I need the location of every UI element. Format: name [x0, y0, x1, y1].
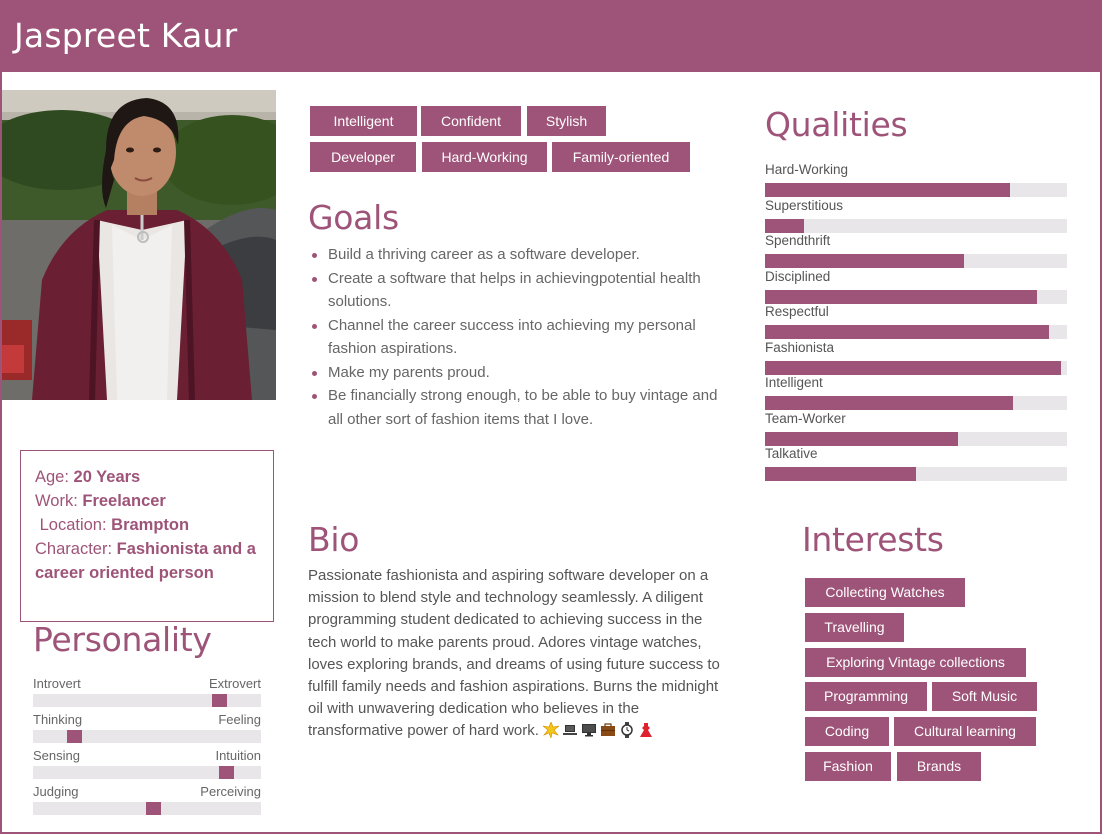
qualities-title: Qualities [765, 105, 908, 144]
quality-label: Respectful [765, 304, 829, 319]
interest-coding: Coding [805, 717, 889, 746]
dress-icon [640, 723, 653, 738]
interest-travelling: Travelling [805, 613, 904, 642]
location-row: Location: Brampton [35, 513, 259, 537]
laptop-icon [563, 725, 578, 736]
location-value: Brampton [111, 516, 190, 534]
quality-label: Fashionista [765, 339, 835, 355]
goal-item: Make my parents proud. [310, 361, 730, 385]
quality-row: Hard-Working [765, 160, 1067, 197]
trait-track [33, 730, 261, 743]
trait-track [33, 694, 261, 707]
goals-list: Build a thriving career as a software de… [310, 243, 730, 431]
quality-label: Team-Worker [765, 410, 846, 426]
interest-cultural-learning: Cultural learning [894, 717, 1036, 746]
quality-label: Intelligent [765, 375, 823, 390]
work-label: Work: [35, 492, 78, 510]
trait-marker [219, 766, 234, 779]
interest-programming: Programming [805, 682, 927, 711]
trait-right-label: Extrovert [208, 676, 261, 691]
quality-row: Fashionista [765, 338, 1067, 375]
quality-row: Talkative [765, 444, 1067, 481]
goals-title: Goals [308, 198, 399, 237]
trait-labels: Introvert Extrovert [33, 676, 261, 694]
character-label: Character: [35, 540, 113, 558]
info-box: Age: 20 Years Work: Freelancer Location:… [20, 450, 274, 622]
persona-name: Jaspreet Kaur [14, 16, 238, 55]
trait-left-label: Thinking [33, 712, 83, 727]
interest-soft-music: Soft Music [932, 682, 1037, 711]
location-label: Location: [39, 516, 107, 534]
trait-left-label: Judging [33, 784, 79, 799]
age-row: Age: 20 Years [35, 465, 259, 489]
interests-title: Interests [802, 520, 944, 559]
age-value: 20 Years [73, 468, 141, 486]
desktop-monitor-icon [582, 724, 597, 737]
goal-item: Build a thriving career as a software de… [310, 243, 730, 267]
goal-item: Channel the career success into achievin… [310, 314, 730, 361]
qualities-bars: Hard-Working Superstitious Spendthrift Disc… [765, 160, 1067, 481]
quality-row: Intelligent [765, 373, 1067, 410]
trait-labels: Thinking Feeling [33, 712, 261, 730]
bio-block: Passionate fashionista and aspiring soft… [308, 565, 728, 743]
watch-icon [621, 722, 633, 739]
quality-row: Spendthrift [765, 231, 1067, 268]
personality-trait: Sensing Intuition [33, 748, 261, 784]
tag-developer: Developer [310, 142, 416, 172]
bio-text: Passionate fashionista and aspiring soft… [308, 567, 720, 740]
tag-intelligent: Intelligent [310, 106, 417, 136]
tag-hard-working: Hard-Working [422, 142, 547, 172]
interest-brands: Brands [897, 752, 981, 781]
trait-right-label: Perceiving [200, 784, 261, 799]
personality-trait: Introvert Extrovert [33, 676, 261, 712]
tag-family-oriented: Family-oriented [552, 142, 690, 172]
trait-marker [212, 694, 227, 707]
persona-photo [2, 90, 276, 400]
age-label: Age: [35, 468, 69, 486]
trait-right-label: Intuition [215, 748, 261, 763]
briefcase-icon [601, 723, 616, 737]
tag-stylish: Stylish [527, 106, 606, 136]
interest-collecting-watches: Collecting Watches [805, 578, 965, 607]
trait-left-label: Sensing [33, 748, 80, 763]
trait-right-label: Feeling [218, 712, 261, 727]
personality-trait: Judging Perceiving [33, 784, 261, 820]
trait-marker [67, 730, 82, 743]
trait-left-label: Introvert [33, 676, 81, 691]
quality-label: Spendthrift [765, 233, 831, 248]
work-value: Freelancer [82, 492, 166, 510]
interest-fashion: Fashion [805, 752, 891, 781]
quality-row: Team-Worker [765, 409, 1067, 446]
quality-fill [765, 467, 916, 481]
quality-row: Respectful [765, 302, 1067, 339]
header-bar: Jaspreet Kaur [0, 0, 1102, 72]
portrait-illustration [2, 90, 276, 400]
bio-title: Bio [308, 520, 360, 559]
tag-confident: Confident [421, 106, 521, 136]
bio-emojis [543, 722, 657, 739]
character-row: Character: Fashionista and a career orie… [35, 537, 259, 585]
goal-item: Create a software that helps in achievin… [310, 267, 730, 314]
quality-label: Superstitious [765, 197, 844, 213]
quality-track [765, 467, 1067, 481]
personality-trait: Thinking Feeling [33, 712, 261, 748]
quality-label: Talkative [765, 446, 818, 461]
interest-exploring-vintage: Exploring Vintage collections [805, 648, 1026, 677]
trait-marker [146, 802, 161, 815]
quality-row: Disciplined [765, 267, 1067, 304]
personality-title: Personality [33, 620, 212, 659]
quality-label: Hard-Working [765, 162, 849, 177]
quality-label: Disciplined [765, 268, 831, 284]
trait-track [33, 766, 261, 779]
trait-labels: Judging Perceiving [33, 784, 261, 802]
work-row: Work: Freelancer [35, 489, 259, 513]
trait-labels: Sensing Intuition [33, 748, 261, 766]
sparkle-burst-icon [543, 722, 560, 739]
trait-track [33, 802, 261, 815]
goal-item: Be financially strong enough, to be able… [310, 384, 730, 431]
personality-sliders: Introvert Extrovert Thinking Feeling Sensing… [33, 676, 261, 820]
quality-row: Superstitious [765, 196, 1067, 233]
